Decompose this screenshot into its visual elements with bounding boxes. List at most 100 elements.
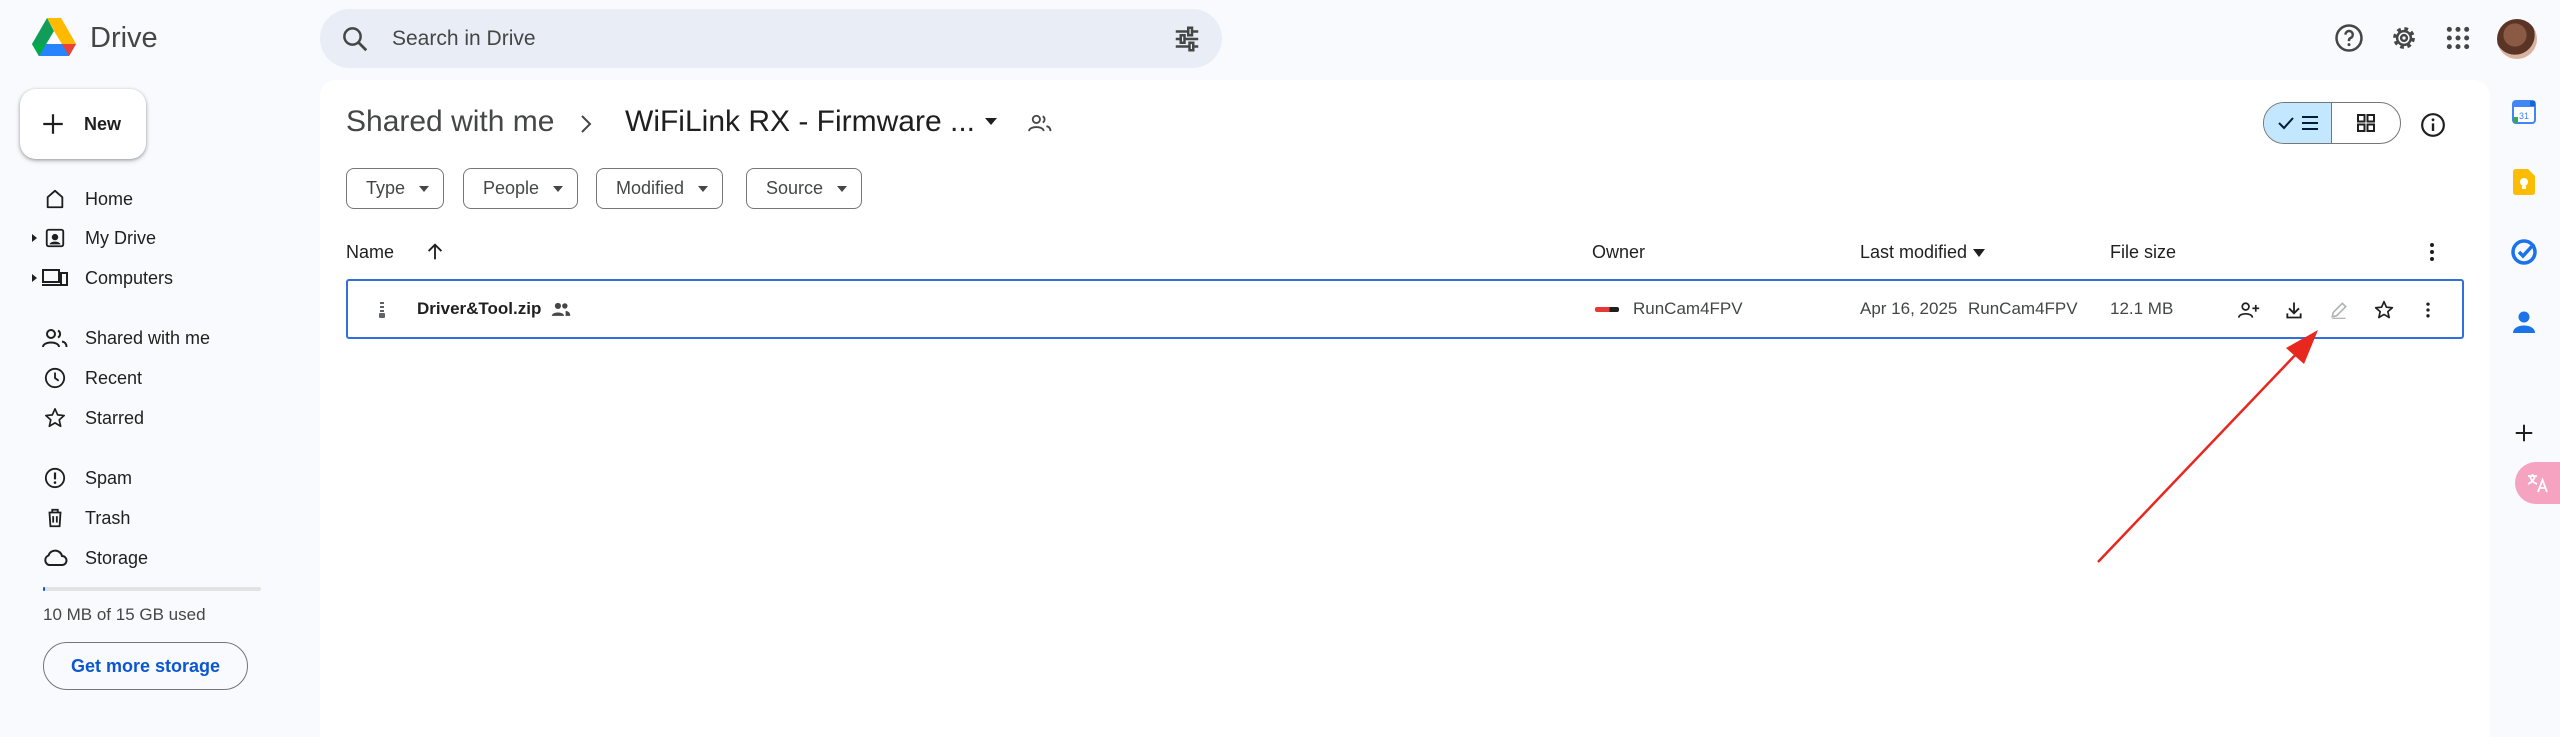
- column-label: File size: [2110, 242, 2177, 262]
- settings-gear-icon[interactable]: [2386, 20, 2422, 56]
- drive-logo-icon: [32, 18, 76, 56]
- storage-usage-bar: [43, 587, 261, 591]
- checkmark-icon: [2277, 117, 2294, 130]
- drive-logo[interactable]: Drive: [32, 18, 158, 58]
- annotation-arrow: [2097, 330, 2318, 563]
- dropdown-arrow-icon: [419, 185, 430, 192]
- dropdown-arrow-icon: [553, 185, 564, 192]
- folder-shared-icon[interactable]: [1028, 113, 1052, 133]
- sidebar-item-label: My Drive: [85, 227, 156, 248]
- app-name: Drive: [90, 21, 158, 54]
- list-view-icon: [2301, 116, 2318, 130]
- storage-usage-text: 10 MB of 15 GB used: [43, 605, 206, 624]
- sort-dropdown-arrow-icon: [1973, 248, 1986, 257]
- sidebar-item-label: Shared with me: [85, 327, 211, 348]
- more-actions-icon[interactable]: [2413, 295, 2443, 325]
- cloud-icon: [42, 545, 68, 571]
- search-options-icon[interactable]: [1172, 24, 1202, 54]
- file-modified-date: Apr 16, 2025: [1860, 299, 1958, 318]
- star-icon: [42, 405, 68, 431]
- sidebar-item-starred[interactable]: Starred: [30, 398, 300, 438]
- tasks-app-icon[interactable]: [2500, 228, 2548, 276]
- sort-ascending-arrow-icon[interactable]: [424, 241, 446, 263]
- owner-avatar: [1592, 301, 1622, 317]
- sidebar-item-recent[interactable]: Recent: [30, 358, 300, 398]
- svg-text:31: 31: [2519, 111, 2529, 121]
- sidebar-item-computers[interactable]: Computers: [30, 258, 300, 298]
- file-owner: RunCam4FPV: [1633, 299, 1743, 318]
- account-avatar[interactable]: [2497, 19, 2537, 59]
- column-header-name[interactable]: Name: [346, 242, 394, 263]
- new-button[interactable]: New: [20, 89, 146, 159]
- column-label: Name: [346, 242, 395, 262]
- sidebar-item-spam[interactable]: Spam: [30, 458, 300, 498]
- filter-source-chip[interactable]: Source: [746, 168, 863, 209]
- sidebar-item-label: Home: [85, 188, 134, 209]
- grid-view-button[interactable]: [2332, 103, 2400, 143]
- clock-icon: [42, 365, 68, 391]
- zip-file-icon: [379, 302, 385, 318]
- filter-label: Source: [766, 178, 824, 198]
- filter-label: Type: [366, 178, 406, 198]
- sidebar-item-my-drive[interactable]: My Drive: [30, 218, 300, 258]
- filter-modified-chip[interactable]: Modified: [596, 168, 724, 209]
- filter-label: People: [483, 178, 540, 198]
- column-options-more-icon[interactable]: [2420, 240, 2444, 264]
- translate-extension-icon[interactable]: [2515, 462, 2560, 504]
- details-info-icon[interactable]: [2420, 112, 2446, 138]
- apps-grid-icon[interactable]: [2440, 20, 2476, 56]
- breadcrumb-current-folder[interactable]: WiFiLink RX - Firmware ...: [625, 105, 975, 139]
- search-icon[interactable]: [340, 24, 370, 54]
- sidebar-item-storage[interactable]: Storage: [30, 538, 300, 578]
- dropdown-arrow-icon: [698, 185, 709, 192]
- view-toggle[interactable]: [2263, 102, 2401, 144]
- column-header-owner[interactable]: Owner: [1592, 242, 1645, 263]
- main-content-panel: Shared with me WiFiLink RX - Firmware ..…: [320, 80, 2490, 737]
- contacts-app-icon[interactable]: [2500, 298, 2548, 346]
- trash-icon: [42, 505, 68, 531]
- new-button-label: New: [84, 113, 122, 134]
- home-icon: [42, 186, 68, 212]
- shared-people-icon: [42, 325, 68, 351]
- keep-app-icon[interactable]: [2500, 158, 2548, 206]
- filter-people-chip[interactable]: People: [463, 168, 579, 209]
- spam-report-icon: [42, 465, 68, 491]
- sidebar-item-label: Computers: [85, 267, 174, 288]
- sidebar-item-label: Trash: [85, 507, 131, 528]
- folder-menu-dropdown-icon[interactable]: [983, 117, 999, 127]
- computers-icon: [42, 265, 68, 291]
- sidebar-item-shared-with-me[interactable]: Shared with me: [30, 318, 300, 358]
- filter-type-chip[interactable]: Type: [346, 168, 445, 209]
- sidebar-item-trash[interactable]: Trash: [30, 498, 300, 538]
- sidebar-item-label: Recent: [85, 367, 143, 388]
- column-header-last-modified[interactable]: Last modified: [1860, 242, 1986, 263]
- calendar-app-icon[interactable]: 31: [2500, 88, 2548, 136]
- help-icon[interactable]: [2331, 20, 2367, 56]
- sidebar-item-home[interactable]: Home: [30, 179, 300, 219]
- plus-icon: [43, 114, 63, 134]
- storage-usage-fill: [43, 587, 46, 591]
- expand-caret-icon[interactable]: [30, 234, 38, 242]
- breadcrumb-parent[interactable]: Shared with me: [346, 105, 554, 139]
- file-name[interactable]: Driver&Tool.zip: [417, 299, 541, 319]
- my-drive-icon: [42, 225, 68, 251]
- sidebar-item-label: Storage: [85, 547, 149, 568]
- add-to-starred-icon[interactable]: [2369, 295, 2399, 325]
- list-view-button[interactable]: [2264, 103, 2332, 143]
- column-header-file-size[interactable]: File size: [2110, 242, 2176, 263]
- grid-view-icon: [2357, 114, 2375, 132]
- sidebar-item-label: Starred: [85, 407, 145, 428]
- column-label: Last modified: [1860, 242, 1968, 262]
- sidebar-item-label: Spam: [85, 467, 133, 488]
- dropdown-arrow-icon: [837, 185, 848, 192]
- breadcrumb-chevron-right-icon: [581, 115, 592, 133]
- get-more-storage-button[interactable]: Get more storage: [43, 642, 248, 690]
- search-input[interactable]: [392, 26, 1172, 51]
- column-label: Owner: [1592, 242, 1646, 262]
- file-modified-by: RunCam4FPV: [1968, 299, 2078, 318]
- shared-file-people-icon: [551, 302, 571, 316]
- expand-caret-icon[interactable]: [30, 274, 38, 282]
- filter-label: Modified: [616, 178, 685, 198]
- search-bar[interactable]: [320, 9, 1222, 68]
- get-add-ons-plus-icon[interactable]: [2500, 409, 2548, 457]
